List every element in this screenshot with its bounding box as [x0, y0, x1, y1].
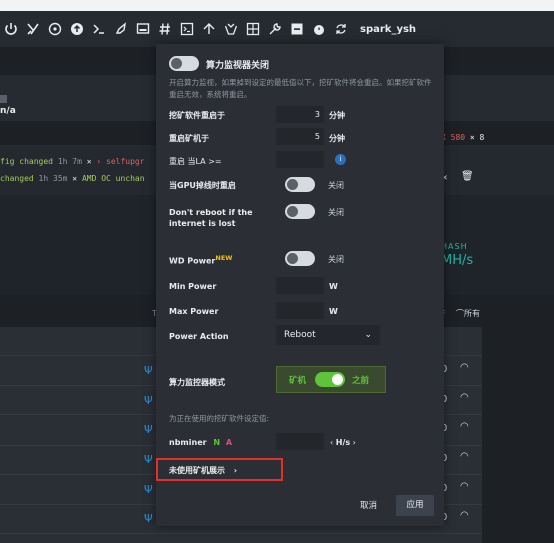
apply-button[interactable]: 应用 — [396, 495, 434, 516]
gauge-icon[interactable]: ◠ — [460, 510, 469, 521]
miner-hashrate-input[interactable] — [276, 433, 324, 450]
log-line-1: fig changed 1h 7m ✕ › selfupgr — [0, 157, 145, 166]
chevron-down-icon: ⌄ — [364, 330, 372, 340]
rocket-icon[interactable] — [110, 11, 132, 47]
reboot-label: 重启矿机于 — [169, 134, 209, 143]
max-power-input[interactable] — [276, 302, 324, 319]
power-action-select[interactable]: Reboot ⌄ — [276, 325, 380, 345]
restart-miner-label: 挖矿软件重启于 — [169, 111, 225, 120]
wd-power-label: WD PowerNEW — [169, 254, 233, 266]
minus-box-icon[interactable] — [286, 11, 308, 47]
mode-toggle[interactable] — [315, 372, 345, 387]
miner-unit[interactable]: ‹ H/s › — [330, 438, 356, 447]
reboot-la-input[interactable] — [276, 151, 324, 168]
max-power-label: Max Power — [169, 307, 219, 316]
rig-na-label: n/a — [0, 106, 16, 116]
cancel-button[interactable]: 取消 — [360, 499, 377, 511]
new-badge: NEW — [215, 254, 233, 262]
min-power-input[interactable] — [276, 277, 324, 294]
watchdog-description: 开启算力监视，如果掉到设定的最低值以下，挖矿软件将会重启。如果挖矿软件重启无效，… — [169, 78, 432, 99]
reboot-unit: 分钟 — [329, 134, 345, 143]
trash-icon[interactable]: 🗑 — [461, 171, 474, 182]
internet-toggle[interactable] — [285, 204, 315, 219]
log-close-icon[interactable]: ✕ — [72, 174, 77, 183]
info-icon[interactable]: i — [335, 154, 346, 165]
miner-row: nbminer N A — [169, 438, 233, 447]
unused-miners-link[interactable]: 未使用矿机展示 › — [169, 465, 237, 476]
watchdog-toggle[interactable] — [169, 56, 199, 71]
hash-value: MH/s — [441, 253, 474, 268]
log-close-icon[interactable]: ✕ — [87, 157, 92, 166]
internet-label: Don't reboot if the internet is lost — [169, 208, 253, 228]
internet-state: 关闭 — [328, 208, 344, 217]
tools-icon[interactable] — [22, 11, 44, 47]
col-gauge: ⌒所有 — [456, 309, 480, 318]
miner-icon[interactable] — [220, 11, 242, 47]
top-toolbar: spark_ysh — [0, 11, 554, 47]
gauge-icon[interactable]: ◠ — [460, 362, 469, 373]
watchdog-panel: 算力监视器关闭 开启算力监视，如果掉到设定的最低值以下，挖矿软件将会重启。如果挖… — [156, 44, 444, 526]
rig-tag — [0, 95, 7, 103]
fan-icon[interactable] — [44, 11, 66, 47]
fan-icon: Ψ — [144, 512, 153, 525]
arrow-icon[interactable] — [198, 11, 220, 47]
console-icon[interactable] — [176, 11, 198, 47]
fan-icon: Ψ — [144, 394, 153, 407]
fan-icon: Ψ — [144, 423, 153, 436]
terminal-icon[interactable] — [88, 11, 110, 47]
watchdog-title: 算力监视器关闭 — [206, 61, 270, 71]
power-icon[interactable] — [0, 11, 22, 47]
upload-icon[interactable] — [66, 11, 88, 47]
row-divider — [0, 533, 482, 534]
reboot-input[interactable]: 5 — [276, 128, 324, 145]
window-top-strip — [0, 0, 554, 11]
grid-icon[interactable] — [242, 11, 264, 47]
reboot-la-label: 重启 当LA >= — [169, 157, 222, 166]
gauge-icon[interactable]: ◠ — [460, 421, 469, 432]
gpu-model-tag: X 580 × 8 — [441, 133, 485, 142]
chevron-right-icon: › — [233, 466, 238, 475]
miner-section-hint: 为正在使用的挖矿软件设定值: — [169, 414, 270, 423]
mode-label: 算力监控器模式 — [169, 378, 225, 387]
timer-icon[interactable] — [308, 11, 330, 47]
fan-icon: Ψ — [144, 483, 153, 496]
hash-label: HASH — [441, 242, 468, 251]
wd-power-state: 关闭 — [328, 255, 344, 264]
log-line-2: changed 1h 35m ✕ AMD OC unchan — [0, 174, 145, 183]
gauge-icon[interactable]: ◠ — [460, 392, 469, 403]
gauge-icon[interactable]: ◠ — [460, 451, 469, 462]
wd-power-toggle[interactable] — [285, 251, 315, 266]
gpu-lost-state: 关闭 — [328, 181, 344, 190]
max-power-unit: W — [329, 307, 338, 316]
restart-miner-unit: 分钟 — [329, 111, 345, 120]
power-action-label: Power Action — [169, 332, 229, 341]
gpu-lost-label: 当GPU掉线时重启 — [169, 181, 236, 190]
wrench-icon[interactable] — [264, 11, 286, 47]
fan-icon: Ψ — [144, 453, 153, 466]
gauge-icon[interactable]: ◠ — [460, 481, 469, 492]
gpu-lost-toggle[interactable] — [285, 177, 315, 192]
hash-icon[interactable] — [154, 11, 176, 47]
mode-switch[interactable]: 矿机 之前 — [276, 366, 386, 393]
restart-miner-input[interactable]: 3 — [276, 106, 324, 123]
min-power-unit: W — [329, 282, 338, 291]
min-power-label: Min Power — [169, 282, 217, 291]
username[interactable]: spark_ysh — [360, 24, 416, 35]
sync-icon[interactable] — [330, 11, 352, 47]
screen-icon[interactable] — [132, 11, 154, 47]
fan-icon: Ψ — [144, 364, 153, 377]
